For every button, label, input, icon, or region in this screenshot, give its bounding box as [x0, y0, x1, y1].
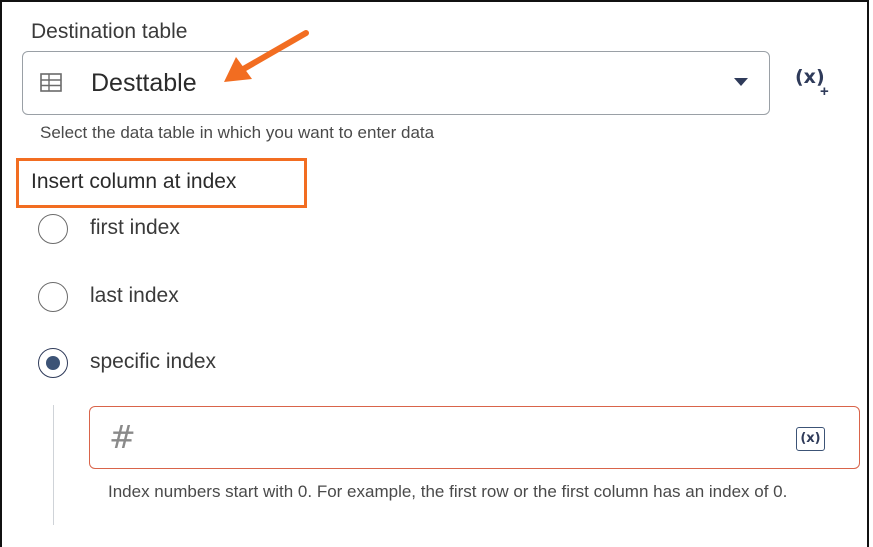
insert-variable-button[interactable]: (x)	[796, 427, 825, 451]
destination-table-select[interactable]: Desttable	[22, 51, 770, 115]
radio-button[interactable]	[38, 214, 68, 244]
radio-label: first index	[90, 216, 180, 239]
destination-table-label: Destination table	[31, 20, 188, 43]
radio-button-selected[interactable]	[38, 348, 68, 378]
radio-button[interactable]	[38, 282, 68, 312]
destination-table-value: Desttable	[91, 69, 197, 97]
indent-divider	[53, 405, 54, 525]
radio-label: last index	[90, 284, 179, 307]
radio-selected-dot	[46, 356, 60, 370]
destination-table-hint: Select the data table in which you want …	[40, 123, 435, 142]
plus-icon: +	[820, 83, 829, 100]
hash-icon: #	[109, 418, 136, 456]
insert-column-title: Insert column at index	[31, 170, 237, 193]
table-icon	[40, 73, 62, 92]
index-input[interactable]: # (x)	[89, 406, 860, 469]
radio-label: specific index	[90, 350, 217, 373]
index-hint: Index numbers start with 0. For example,…	[108, 482, 788, 501]
chevron-down-icon[interactable]	[734, 78, 748, 86]
